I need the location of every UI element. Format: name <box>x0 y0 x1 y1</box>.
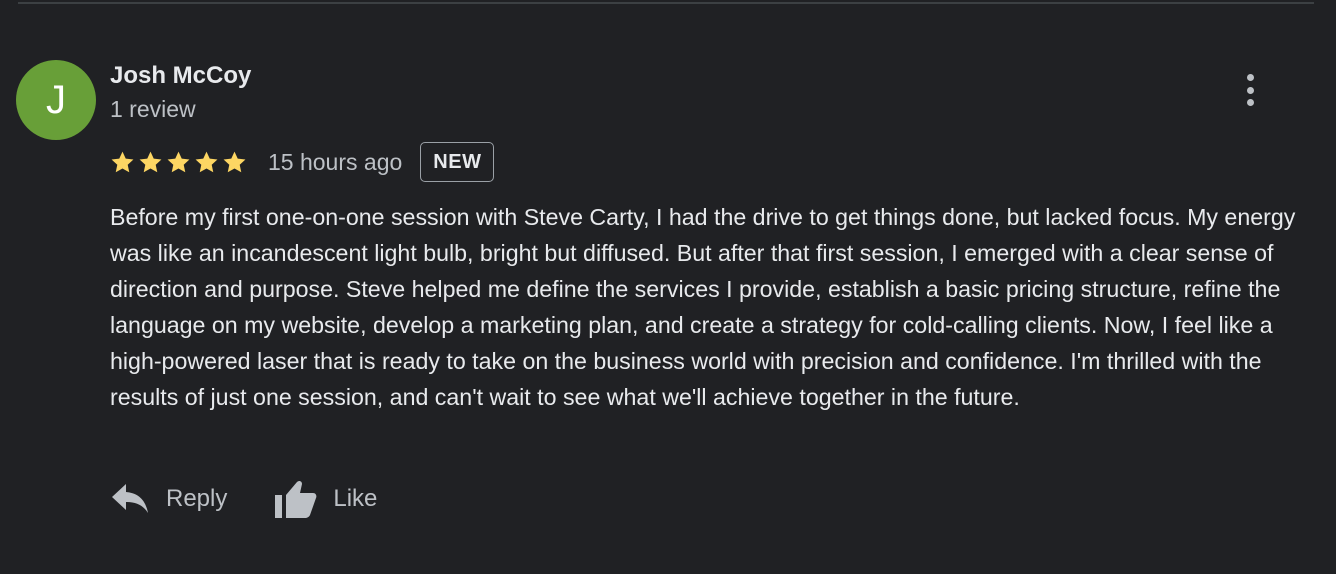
review-text: Before my first one-on-one session with … <box>110 204 1296 410</box>
avatar-initial: J <box>46 77 66 122</box>
avatar[interactable]: J <box>16 60 96 140</box>
author-name[interactable]: Josh McCoy <box>110 60 251 92</box>
star-icon <box>195 151 218 172</box>
star-icon <box>223 151 246 172</box>
like-label: Like <box>333 485 378 512</box>
thumb-up-icon <box>275 480 317 518</box>
star-rating <box>110 150 250 175</box>
review-meta: 15 hours ago NEW <box>110 141 495 183</box>
star-icon <box>167 151 190 172</box>
more-options-button[interactable] <box>1234 70 1266 110</box>
review-time: 15 hours ago <box>268 148 403 175</box>
review-count: 1 review <box>110 96 196 122</box>
star-icon <box>111 151 134 172</box>
more-vert-icon <box>1246 74 1254 81</box>
new-badge: NEW <box>420 142 495 182</box>
review-card: J Josh McCoy 1 review 15 hours ago NEW B… <box>0 0 1336 574</box>
reply-label: Reply <box>166 485 228 512</box>
like-button[interactable]: Like <box>273 478 377 520</box>
review-actions: Reply Like <box>110 472 377 526</box>
reply-icon <box>112 484 148 513</box>
star-icon <box>139 151 162 172</box>
reply-button[interactable]: Reply <box>110 482 227 516</box>
